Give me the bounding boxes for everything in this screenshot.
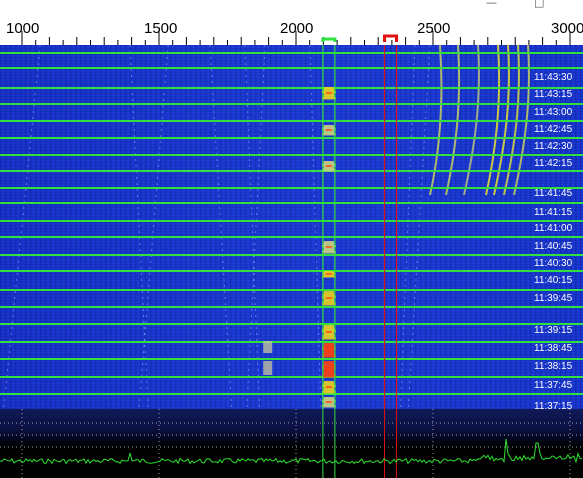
weak-signal-trace [407, 45, 431, 407]
waterfall-traces [0, 45, 583, 409]
decoded-signal [321, 169, 336, 172]
weak-signal-trace [246, 45, 266, 407]
decoded-signal [321, 302, 336, 306]
decoded-signal-core [325, 401, 332, 403]
freq-label-1000: 1000 [6, 20, 40, 37]
decoded-signal [321, 336, 336, 340]
time-label: 11:41:00 [534, 223, 573, 234]
decoded-signal-core [325, 165, 332, 167]
weak-signal-trace [400, 45, 416, 407]
time-label: 11:39:15 [534, 325, 573, 336]
decoded-signal [321, 391, 336, 394]
spectrum-display[interactable] [0, 409, 583, 478]
decoded-signal-core [325, 273, 332, 275]
time-label: 11:43:30 [534, 72, 573, 83]
decoded-signal-core [325, 331, 332, 333]
weak-signal-trace [209, 45, 233, 407]
decoded-signal-core [325, 129, 332, 131]
freq-label-2500: 2500 [417, 20, 451, 37]
freq-label-1500: 1500 [144, 20, 178, 37]
time-label: 11:38:15 [534, 361, 573, 372]
frequency-scale[interactable]: 1000 1500 2000 2500 3000 [0, 14, 583, 45]
time-label: 11:42:45 [534, 124, 573, 135]
rx-marker [321, 37, 337, 42]
time-label: 11:43:00 [534, 107, 573, 118]
time-label: 11:37:15 [534, 401, 573, 410]
waterfall-display[interactable]: 11:43:30 11:43:15 11:43:00 11:42:45 11:42:30… [0, 45, 583, 409]
time-label: 11:41:45 [534, 188, 573, 199]
time-label: 11:40:45 [534, 241, 573, 252]
window-titlebar: — □ [0, 0, 583, 14]
decoded-signal [321, 354, 336, 358]
decoded-signal-core [325, 386, 332, 388]
weak-signal-trace [129, 45, 149, 407]
freq-label-2000: 2000 [280, 20, 314, 37]
time-label: 11:40:30 [534, 258, 573, 269]
time-label: 11:38:45 [534, 343, 573, 354]
decoded-signal [321, 251, 336, 254]
decoded-signal-core [325, 349, 332, 351]
tx-marker [383, 34, 399, 42]
decoded-signal [321, 405, 336, 408]
weak-signal-trace [244, 45, 260, 407]
weak-signal [263, 341, 273, 353]
time-label: 11:42:15 [534, 158, 573, 169]
time-label: 11:41:15 [534, 207, 573, 218]
spectrum-line [0, 438, 583, 465]
time-label: 11:42:30 [534, 141, 573, 152]
weak-signal-trace [138, 45, 169, 407]
time-label: 11:43:15 [534, 89, 573, 100]
time-label: 11:37:45 [534, 380, 573, 391]
minimize-button[interactable]: — [486, 0, 497, 9]
weak-signal-trace [309, 45, 322, 407]
weak-signal-trace [3, 45, 41, 407]
decoded-signal [321, 97, 336, 100]
spectrum-trace [0, 409, 583, 478]
time-label: 11:39:45 [534, 293, 573, 304]
decoded-signal-core [325, 246, 332, 248]
decoded-signal-core [325, 92, 332, 94]
decoded-signal-core [325, 368, 332, 370]
decoded-signal [321, 133, 336, 136]
decoded-signal [321, 374, 336, 378]
decoded-signal-core [325, 297, 332, 299]
time-label: 11:40:15 [534, 275, 573, 286]
decoded-signal [321, 276, 336, 278]
weak-signal [263, 361, 273, 375]
maximize-button[interactable]: □ [534, 0, 544, 9]
freq-label-3000: 3000 [551, 20, 583, 37]
